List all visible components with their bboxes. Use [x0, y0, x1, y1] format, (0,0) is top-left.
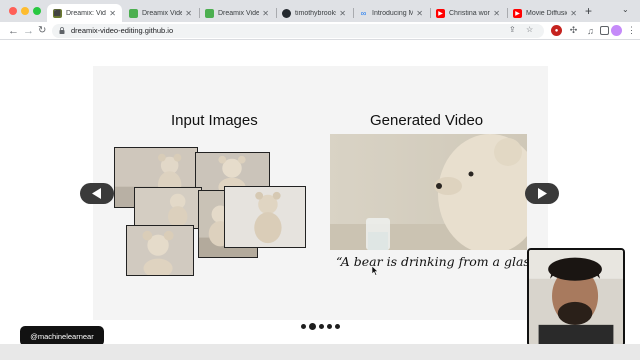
dreamix-icon: ⬛ — [53, 8, 62, 18]
meta-icon: ∞ — [360, 8, 367, 18]
extension-badge-icon[interactable]: ● — [551, 25, 562, 36]
dreamix-icon — [205, 8, 214, 18]
reload-icon[interactable]: ↻ — [38, 24, 46, 38]
bookmark-star-icon[interactable]: ☆ — [526, 25, 533, 34]
youtube-icon: ▶ — [436, 8, 445, 18]
carousel-dot[interactable] — [335, 323, 340, 329]
carousel-dot-active[interactable] — [309, 322, 316, 330]
input-image-5 — [224, 186, 306, 248]
channel-watermark: @machinelearnear — [20, 326, 104, 346]
tab-title: Dreamix Video — [218, 9, 260, 17]
github-icon — [282, 8, 291, 18]
carousel-dot[interactable] — [319, 323, 324, 329]
input-image-6 — [126, 225, 194, 276]
maximize-window-button[interactable] — [33, 7, 41, 15]
tab-meta[interactable]: ∞ Introducing Ma ✕ — [353, 4, 429, 22]
tab-youtube-christina[interactable]: ▶ Christina worki ✕ — [430, 4, 506, 22]
forward-arrow-icon[interactable]: → — [23, 24, 34, 38]
lock-icon — [59, 27, 65, 34]
tab-title: Introducing Ma — [372, 9, 414, 17]
tab-title: timothybrooks — [295, 9, 337, 17]
tab-dreamix-active[interactable]: ⬛ Dreamix: Video ✕ — [47, 4, 122, 22]
media-controls-icon[interactable]: ♫ — [585, 25, 596, 36]
webcam-overlay — [527, 248, 625, 347]
tab-github[interactable]: timothybrooks ✕ — [276, 4, 352, 22]
arrow-right-icon — [538, 188, 547, 199]
video-frame — [330, 134, 527, 250]
page-bottom-bar — [0, 344, 640, 360]
tab-title: Movie Diffusion — [526, 9, 567, 17]
tab-title: Dreamix Video — [142, 9, 183, 17]
carousel-previous-button[interactable] — [80, 183, 114, 204]
input-images-title: Input Images — [171, 112, 258, 129]
puzzle-extensions-icon[interactable]: ✣ — [568, 25, 579, 36]
tab-youtube-movie[interactable]: ▶ Movie Diffusion ✕ — [507, 4, 583, 22]
arrow-left-icon — [92, 188, 101, 199]
url-text: dreamix-video-editing.github.io — [71, 26, 174, 35]
close-tab-icon[interactable]: ✕ — [493, 9, 500, 18]
close-tab-icon[interactable]: ✕ — [416, 9, 423, 18]
tab-title: Dreamix: Video — [66, 9, 106, 17]
input-image-3 — [134, 187, 202, 229]
close-tab-icon[interactable]: ✕ — [262, 9, 269, 18]
tab-dreamix-3[interactable]: Dreamix Video ✕ — [199, 4, 275, 22]
new-tab-button[interactable]: + — [585, 4, 592, 18]
carousel-next-button[interactable] — [525, 183, 559, 204]
tab-strip: ⬛ Dreamix: Video ✕ Dreamix Video ✕ Dream… — [0, 0, 640, 22]
video-caption: “A bear is drinking from a glass” — [336, 254, 543, 269]
tab-dreamix-2[interactable]: Dreamix Video ✕ — [123, 4, 198, 22]
tab-title: Christina worki — [449, 9, 490, 17]
carousel-pagination — [301, 322, 340, 330]
profile-avatar[interactable] — [611, 25, 622, 36]
youtube-icon: ▶ — [513, 8, 522, 18]
close-window-button[interactable] — [9, 7, 17, 15]
mouse-cursor-icon — [372, 266, 379, 276]
close-tab-icon[interactable]: ✕ — [109, 9, 116, 18]
dreamix-icon — [129, 8, 138, 18]
carousel-dot[interactable] — [301, 323, 306, 329]
side-panel-icon[interactable] — [600, 26, 609, 35]
close-tab-icon[interactable]: ✕ — [339, 9, 346, 18]
share-icon[interactable]: ⇪ — [509, 25, 516, 34]
address-bar[interactable]: dreamix-video-editing.github.io ⇪ ☆ — [52, 24, 544, 38]
minimize-window-button[interactable] — [21, 7, 29, 15]
back-arrow-icon[interactable]: ← — [8, 24, 19, 38]
close-tab-icon[interactable]: ✕ — [185, 9, 192, 18]
browser-toolbar: ← → ↻ dreamix-video-editing.github.io ⇪ … — [0, 22, 640, 40]
generated-video-title: Generated Video — [370, 112, 484, 129]
more-menu-icon[interactable]: ⋮ — [626, 25, 637, 36]
close-tab-icon[interactable]: ✕ — [570, 9, 577, 18]
carousel-dot[interactable] — [327, 323, 332, 329]
presenter-video — [529, 250, 623, 345]
generated-video-player[interactable] — [330, 134, 527, 250]
tab-search-chevron-icon[interactable]: ⌄ — [622, 5, 629, 14]
